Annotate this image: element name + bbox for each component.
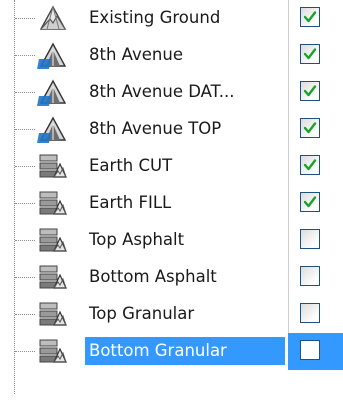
tree-item-bottom-asphalt[interactable]: Bottom Asphalt <box>0 259 343 296</box>
tree-item-8th-avenue-dat[interactable]: 8th Avenue DAT... <box>0 74 343 111</box>
tree-item-label: 8th Avenue DAT... <box>89 82 235 101</box>
tree-branch-line <box>15 166 35 167</box>
visibility-checkbox[interactable] <box>300 155 320 175</box>
tree-branch-line <box>15 92 35 93</box>
tree-branch-line <box>15 351 35 352</box>
tree-item-label: Existing Ground <box>89 8 221 27</box>
corridor-surface-icon <box>37 114 69 146</box>
visibility-checkbox[interactable] <box>300 229 320 249</box>
shape-surface-icon <box>37 225 69 257</box>
tree-item-label: Earth FILL <box>89 193 172 212</box>
tree-item-label: Bottom Granular <box>85 337 285 365</box>
visibility-checkbox[interactable] <box>300 81 320 101</box>
tree-item-8th-avenue[interactable]: 8th Avenue <box>0 37 343 74</box>
visibility-checkbox[interactable] <box>300 7 320 27</box>
tree-item-label: Top Asphalt <box>89 230 185 249</box>
shape-surface-icon <box>37 151 69 183</box>
tree-branch-line <box>15 18 35 19</box>
tree-item-label: Earth CUT <box>89 156 173 175</box>
tree-item-top-asphalt[interactable]: Top Asphalt <box>0 222 343 259</box>
visibility-checkbox[interactable] <box>300 44 320 64</box>
tree-branch-line <box>15 277 35 278</box>
tree-branch-line <box>15 240 35 241</box>
tree-item-earth-fill[interactable]: Earth FILL <box>0 185 343 222</box>
tree-item-label: Bottom Asphalt <box>89 267 217 286</box>
shape-surface-icon <box>37 336 69 368</box>
tree-item-top-granular[interactable]: Top Granular <box>0 296 343 333</box>
visibility-checkbox[interactable] <box>300 192 320 212</box>
visibility-checkbox[interactable] <box>300 303 320 323</box>
shape-surface-icon <box>37 188 69 220</box>
tree-item-8th-avenue-top[interactable]: 8th Avenue TOP <box>0 111 343 148</box>
visibility-checkbox[interactable] <box>300 266 320 286</box>
tree-item-label: Top Granular <box>89 304 195 323</box>
visibility-checkbox[interactable] <box>300 340 320 360</box>
corridor-surface-icon <box>37 77 69 109</box>
tree-branch-line <box>15 203 35 204</box>
shape-surface-icon <box>37 262 69 294</box>
corridor-surface-icon <box>37 40 69 72</box>
tree-item-existing-ground[interactable]: Existing Ground <box>0 0 343 37</box>
tree-item-bottom-granular[interactable]: Bottom Granular <box>0 333 343 370</box>
tree-branch-line <box>15 314 35 315</box>
surface-icon <box>37 3 69 35</box>
visibility-checkbox[interactable] <box>300 118 320 138</box>
tree-item-label: 8th Avenue <box>89 45 183 64</box>
tree-item-earth-cut[interactable]: Earth CUT <box>0 148 343 185</box>
tree-branch-line <box>15 55 35 56</box>
surface-tree: Existing Ground 8th Avenue 8th Avenue DAT.… <box>0 0 343 414</box>
tree-item-label: 8th Avenue TOP <box>89 119 222 138</box>
shape-surface-icon <box>37 299 69 331</box>
tree-branch-line <box>15 129 35 130</box>
